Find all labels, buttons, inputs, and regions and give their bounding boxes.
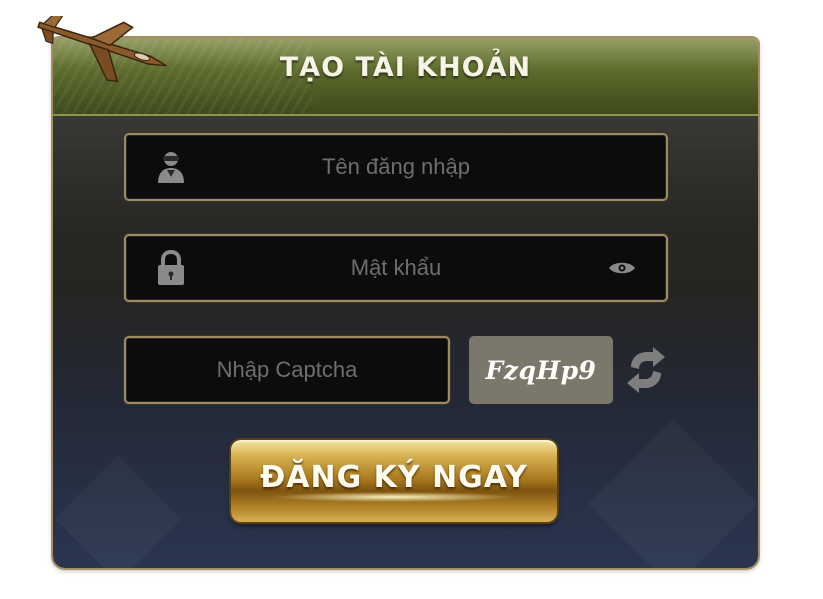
password-placeholder: Mật khẩu	[350, 255, 442, 280]
password-field[interactable]: Mật khẩu	[124, 234, 668, 302]
lock-icon	[158, 250, 184, 285]
user-icon	[158, 152, 184, 183]
username-field[interactable]: Tên đăng nhập	[124, 133, 668, 201]
fighter-plane-icon	[37, 16, 167, 83]
captcha-placeholder: Nhập Captcha	[216, 357, 358, 382]
eye-icon[interactable]	[608, 261, 636, 275]
captcha-image: FzqHp9	[469, 336, 613, 404]
background-facet	[54, 455, 181, 568]
username-placeholder: Tên đăng nhập	[321, 154, 471, 179]
refresh-icon[interactable]	[625, 347, 667, 393]
background-facet	[588, 419, 758, 568]
register-button-label: ĐĂNG KÝ NGAY	[260, 459, 528, 495]
register-dialog-stage: TẠO TÀI KHOẢN Tên đăng nhập Mật khẩu Nhậ…	[0, 0, 823, 599]
captcha-code: FzqHp9	[485, 355, 597, 385]
register-button[interactable]: ĐĂNG KÝ NGAY	[231, 440, 557, 522]
captcha-input[interactable]: Nhập Captcha	[124, 336, 450, 404]
